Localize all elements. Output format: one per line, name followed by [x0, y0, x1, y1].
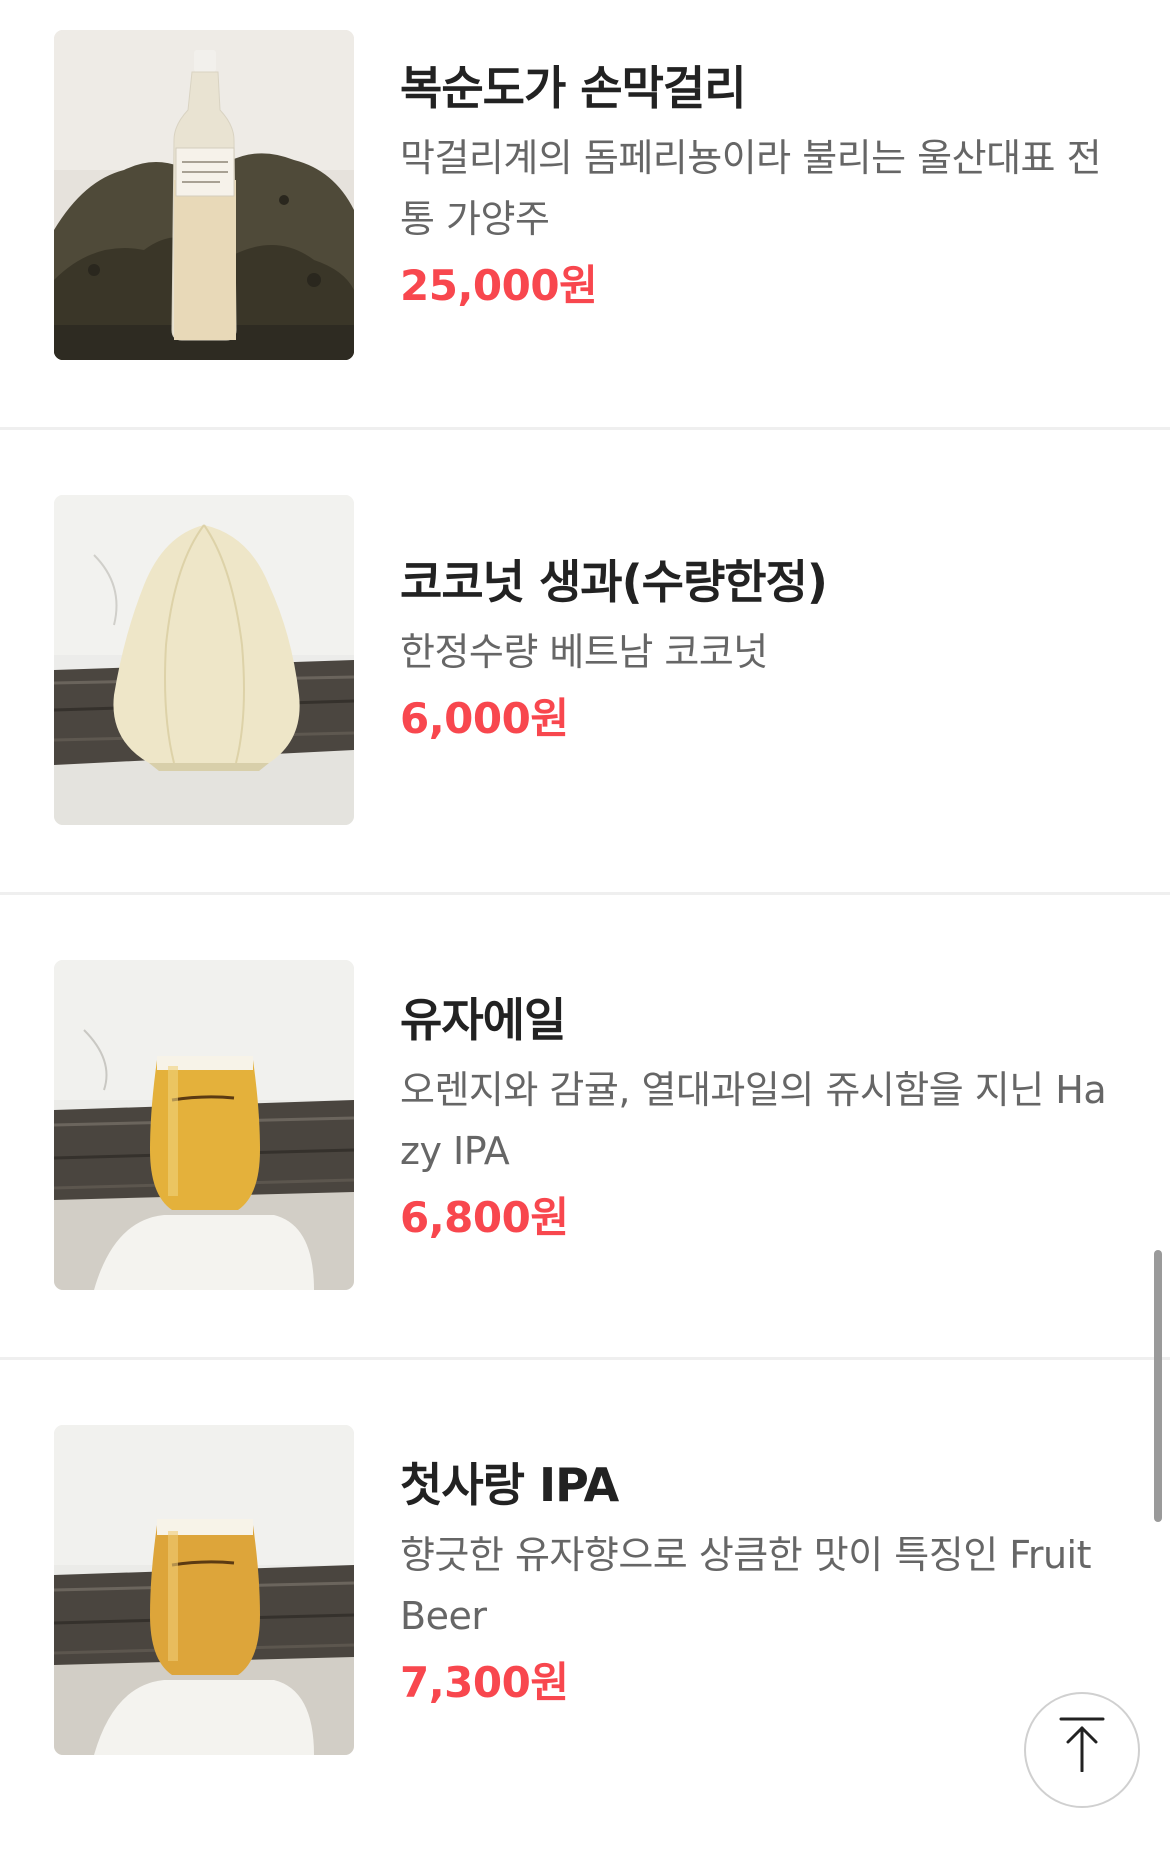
menu-item-image: [54, 1425, 354, 1755]
menu-item-price: 6,000원: [400, 694, 569, 743]
menu-item-info: 첫사랑 IPA 향긋한 유자향으로 상큼한 맛이 특징인 Fruit Beer …: [400, 1455, 1120, 1711]
menu-item-name: 복순도가 손막걸리: [400, 61, 747, 115]
menu-item-name: 첫사랑 IPA: [400, 1458, 619, 1512]
beer-glass-photo-icon: [54, 1425, 354, 1755]
menu-item-price: 25,000원: [400, 261, 598, 310]
scrollbar[interactable]: [1154, 1250, 1162, 1522]
menu-item-description: 오렌지와 감귤, 열대과일의 쥬시함을 지닌 Hazy IPA: [400, 1068, 1107, 1173]
arrow-up-to-top-icon: [1059, 1717, 1105, 1772]
menu-item-name: 코코넛 생과(수량한정): [400, 555, 828, 609]
coconut-photo-icon: [54, 495, 354, 825]
menu-item-price: 7,300원: [400, 1658, 569, 1707]
menu-item[interactable]: 첫사랑 IPA 향긋한 유자향으로 상큼한 맛이 특징인 Fruit Beer …: [0, 1395, 1170, 1860]
menu-item-info: 유자에일 오렌지와 감귤, 열대과일의 쥬시함을 지닌 Hazy IPA 6,8…: [400, 990, 1120, 1246]
beer-glass-photo-icon: [54, 960, 354, 1290]
menu-item[interactable]: 복순도가 손막걸리 막걸리계의 돔페리뇽이라 불리는 울산대표 전통 가양주 2…: [0, 0, 1170, 465]
menu-item-name: 유자에일: [400, 993, 566, 1047]
menu-item-description: 한정수량 베트남 코코넛: [400, 630, 768, 674]
menu-item-image: [54, 960, 354, 1290]
menu-item-price: 6,800원: [400, 1193, 569, 1242]
menu-item-description: 막걸리계의 돔페리뇽이라 불리는 울산대표 전통 가양주: [400, 136, 1102, 241]
menu-item-image: [54, 30, 354, 360]
scroll-to-top-button[interactable]: [1024, 1692, 1140, 1808]
divider: [0, 1357, 1170, 1360]
makgeolli-bottle-photo-icon: [54, 30, 354, 360]
divider: [0, 892, 1170, 895]
menu-item-info: 코코넛 생과(수량한정) 한정수량 베트남 코코넛 6,000원: [400, 552, 1120, 747]
menu-item-description: 향긋한 유자향으로 상큼한 맛이 특징인 Fruit Beer: [400, 1533, 1092, 1638]
menu-item-image: [54, 495, 354, 825]
menu-item[interactable]: 코코넛 생과(수량한정) 한정수량 베트남 코코넛 6,000원: [0, 465, 1170, 930]
menu-item[interactable]: 유자에일 오렌지와 감귤, 열대과일의 쥬시함을 지닌 Hazy IPA 6,8…: [0, 930, 1170, 1395]
divider: [0, 427, 1170, 430]
menu-item-info: 복순도가 손막걸리 막걸리계의 돔페리뇽이라 불리는 울산대표 전통 가양주 2…: [400, 58, 1120, 314]
